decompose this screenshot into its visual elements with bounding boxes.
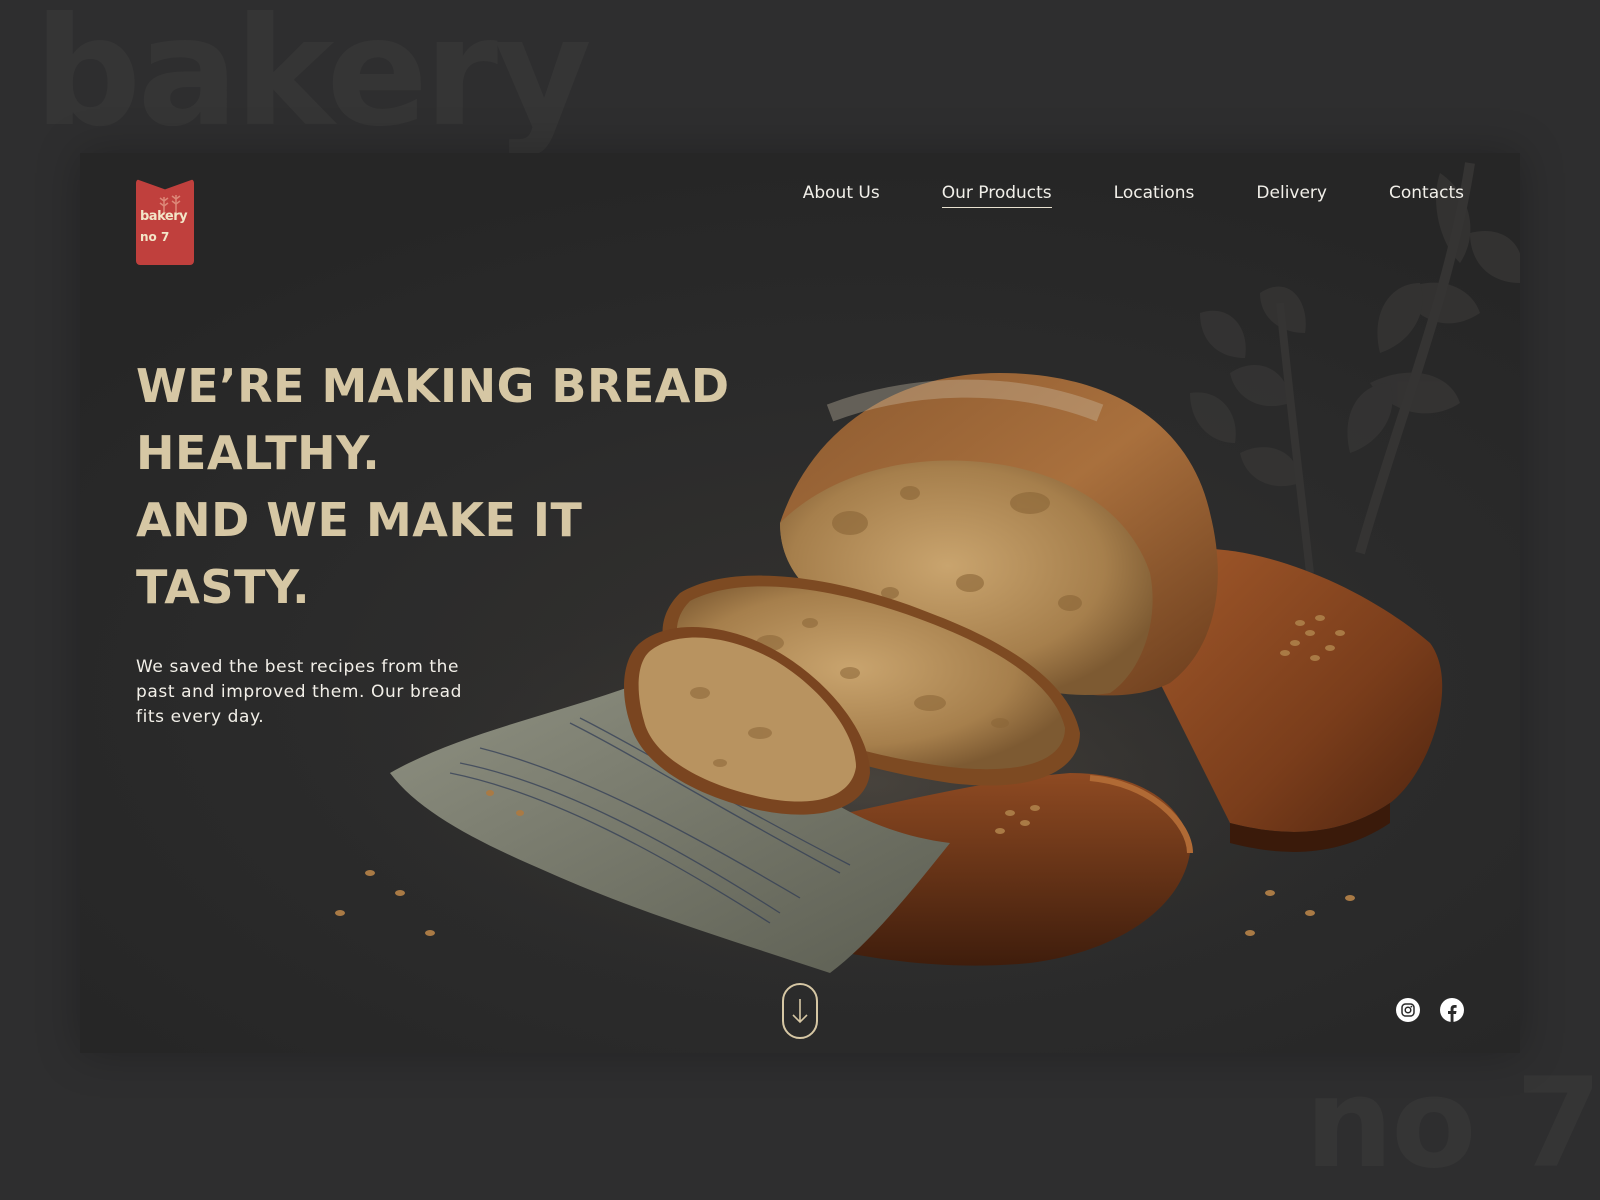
nav-our-products[interactable]: Our Products <box>941 183 1052 208</box>
headline-line: TASTY. <box>136 560 311 614</box>
nav-about-us[interactable]: About Us <box>803 183 880 208</box>
social-links <box>1396 998 1464 1022</box>
arrow-down-icon <box>792 999 808 1024</box>
instagram-icon[interactable] <box>1396 998 1420 1022</box>
hero-section: bakery no 7 About Us Our Products Locati… <box>80 153 1520 1053</box>
headline-line: HEALTHY. <box>136 426 381 480</box>
watermark-bakery: bakery <box>34 0 592 160</box>
logo-text-line2: no 7 <box>140 230 170 244</box>
headline-line: WE’RE MAKING BREAD <box>136 359 730 413</box>
bakery-logo[interactable]: bakery no 7 <box>136 179 194 265</box>
watermark-no7: no 7 <box>1305 1052 1600 1196</box>
scroll-down-button[interactable] <box>782 983 818 1039</box>
hero-tagline: We saved the best recipes from the past … <box>136 657 463 727</box>
main-nav: About Us Our Products Locations Delivery… <box>803 183 1464 208</box>
nav-delivery[interactable]: Delivery <box>1256 183 1327 208</box>
nav-locations[interactable]: Locations <box>1114 183 1195 208</box>
facebook-icon[interactable] <box>1440 998 1464 1022</box>
hero-headline: WE’RE MAKING BREAD HEALTHY. AND WE MAKE … <box>136 353 756 621</box>
logo-text-line1: bakery <box>140 209 188 224</box>
headline-line: AND WE MAKE IT <box>136 493 583 547</box>
nav-contacts[interactable]: Contacts <box>1389 183 1464 208</box>
